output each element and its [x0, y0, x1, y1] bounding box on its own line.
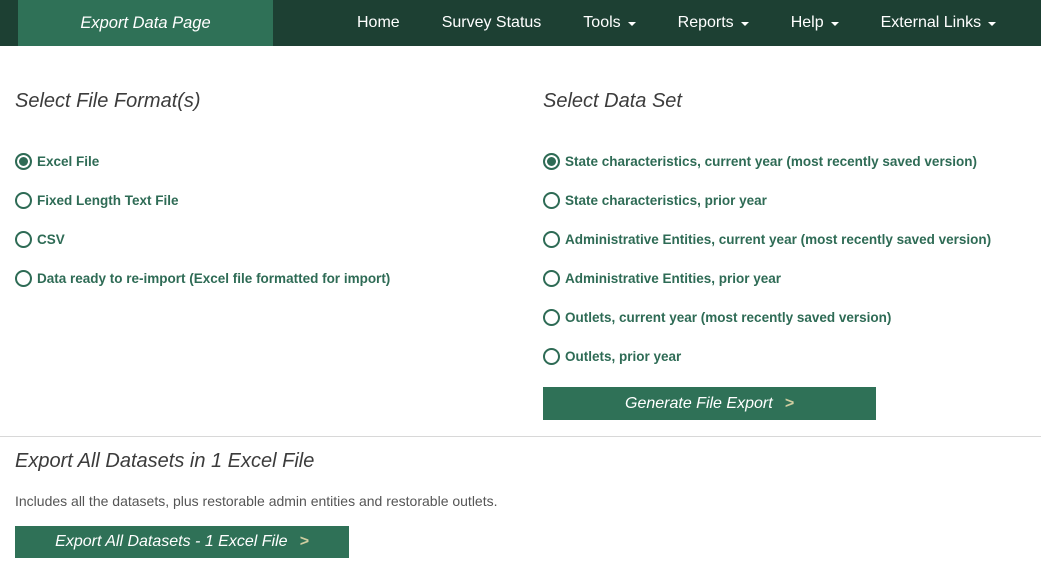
nav-item-label: Tools	[583, 14, 620, 32]
export-all-section: Export All Datasets in 1 Excel File Incl…	[0, 436, 1041, 558]
export-all-description: Includes all the datasets, plus restorab…	[15, 493, 1026, 509]
file-format-section: Select File Format(s) Excel File Fixed L…	[15, 46, 543, 420]
radio-option-admin-entities-current[interactable]: Administrative Entities, current year (m…	[543, 231, 1026, 248]
generate-button-label: Generate File Export	[625, 395, 773, 413]
radio-button-icon[interactable]	[543, 309, 560, 326]
radio-option-label: State characteristics, current year (mos…	[565, 154, 977, 169]
chevron-down-icon	[628, 22, 636, 26]
radio-option-label: Outlets, current year (most recently sav…	[565, 310, 891, 325]
nav-item-label: External Links	[881, 14, 982, 32]
nav-item-label: Survey Status	[442, 14, 542, 32]
radio-button-icon[interactable]	[15, 153, 32, 170]
radio-button-icon[interactable]	[15, 231, 32, 248]
radio-button-icon[interactable]	[543, 231, 560, 248]
nav-links: Home Survey Status Tools Reports Help Ex…	[336, 0, 1017, 46]
nav-item-label: Reports	[678, 14, 734, 32]
radio-option-label: Administrative Entities, current year (m…	[565, 232, 991, 247]
export-all-datasets-button[interactable]: Export All Datasets - 1 Excel File >	[15, 526, 349, 558]
radio-option-label: Excel File	[37, 154, 99, 169]
export-all-button-label: Export All Datasets - 1 Excel File	[55, 533, 287, 551]
radio-option-excel-file[interactable]: Excel File	[15, 153, 543, 170]
arrow-right-icon: >	[785, 395, 794, 413]
radio-option-outlets-prior[interactable]: Outlets, prior year	[543, 348, 1026, 365]
radio-button-icon[interactable]	[543, 348, 560, 365]
radio-option-data-ready-reimport[interactable]: Data ready to re-import (Excel file form…	[15, 270, 543, 287]
radio-option-state-characteristics-prior[interactable]: State characteristics, prior year	[543, 192, 1026, 209]
top-navbar: Export Data Page Home Survey Status Tool…	[0, 0, 1041, 46]
nav-item-help[interactable]: Help	[770, 0, 860, 46]
export-all-heading: Export All Datasets in 1 Excel File	[15, 450, 1026, 473]
active-tab-label: Export Data Page	[80, 14, 210, 33]
radio-button-icon[interactable]	[543, 192, 560, 209]
file-format-options: Excel File Fixed Length Text File CSV Da…	[15, 153, 543, 287]
radio-option-label: Outlets, prior year	[565, 349, 681, 364]
nav-item-label: Home	[357, 14, 400, 32]
nav-item-tools[interactable]: Tools	[562, 0, 656, 46]
data-set-section: Select Data Set State characteristics, c…	[543, 46, 1026, 420]
generate-file-export-button[interactable]: Generate File Export >	[543, 387, 876, 420]
nav-item-external-links[interactable]: External Links	[860, 0, 1018, 46]
radio-option-csv[interactable]: CSV	[15, 231, 543, 248]
data-set-options: State characteristics, current year (mos…	[543, 153, 1026, 365]
chevron-down-icon	[741, 22, 749, 26]
radio-option-label: Administrative Entities, prior year	[565, 271, 781, 286]
radio-button-icon[interactable]	[543, 270, 560, 287]
main-content: Select File Format(s) Excel File Fixed L…	[0, 46, 1041, 420]
file-format-heading: Select File Format(s)	[15, 90, 543, 113]
chevron-down-icon	[988, 22, 996, 26]
chevron-down-icon	[831, 22, 839, 26]
radio-option-label: Fixed Length Text File	[37, 193, 179, 208]
arrow-right-icon: >	[300, 533, 309, 551]
nav-item-home[interactable]: Home	[336, 0, 421, 46]
nav-item-label: Help	[791, 14, 824, 32]
active-tab-export-data-page[interactable]: Export Data Page	[18, 0, 273, 46]
radio-option-fixed-length-text-file[interactable]: Fixed Length Text File	[15, 192, 543, 209]
radio-button-icon[interactable]	[15, 192, 32, 209]
nav-item-reports[interactable]: Reports	[657, 0, 770, 46]
radio-button-icon[interactable]	[543, 153, 560, 170]
nav-item-survey-status[interactable]: Survey Status	[421, 0, 563, 46]
radio-option-label: State characteristics, prior year	[565, 193, 767, 208]
data-set-heading: Select Data Set	[543, 90, 1026, 113]
radio-option-label: CSV	[37, 232, 65, 247]
radio-option-state-characteristics-current[interactable]: State characteristics, current year (mos…	[543, 153, 1026, 170]
radio-button-icon[interactable]	[15, 270, 32, 287]
radio-option-outlets-current[interactable]: Outlets, current year (most recently sav…	[543, 309, 1026, 326]
radio-option-label: Data ready to re-import (Excel file form…	[37, 271, 390, 286]
radio-option-admin-entities-prior[interactable]: Administrative Entities, prior year	[543, 270, 1026, 287]
